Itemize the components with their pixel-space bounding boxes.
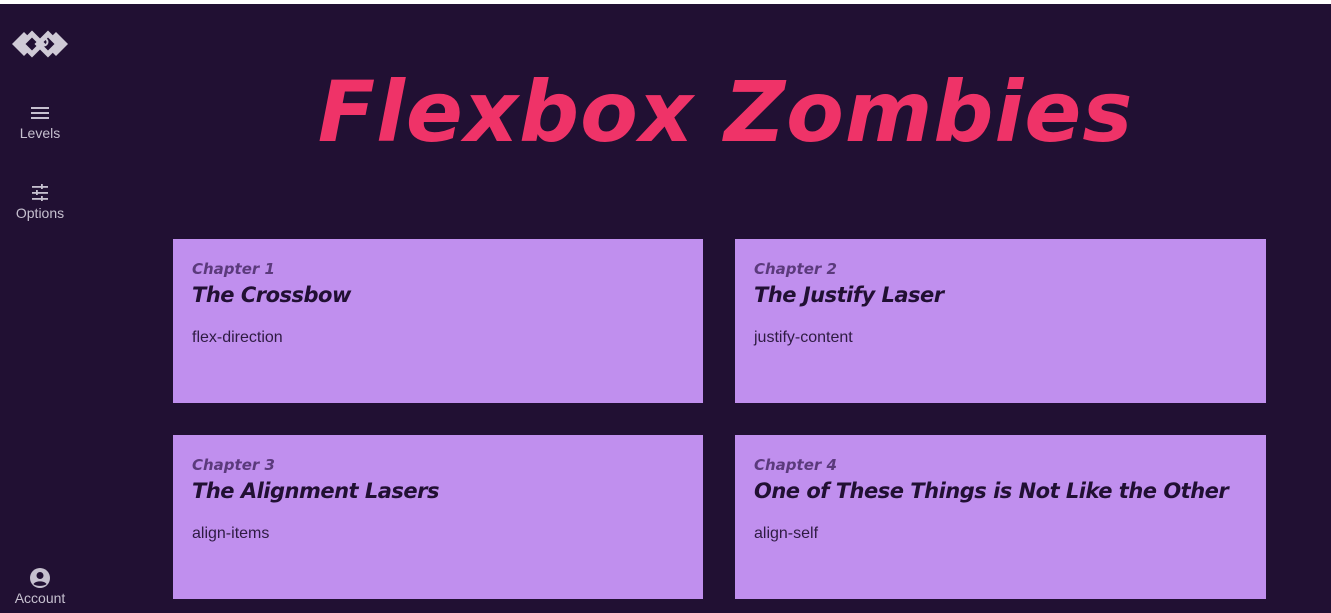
- chapter-number: Chapter 2: [754, 260, 837, 278]
- sidebar-item-label: Options: [15, 205, 65, 221]
- chapter-property: align-self: [754, 525, 819, 542]
- hamburger-menu-icon: [29, 102, 51, 124]
- chapter-title: One of These Things is Not Like the Othe…: [754, 479, 1229, 503]
- sliders-icon: [29, 182, 51, 204]
- sidebar-item-account[interactable]: Account: [0, 567, 80, 606]
- chapter-number: Chapter 1: [192, 260, 275, 278]
- sidebar-item-label: Account: [14, 590, 66, 606]
- chapter-number: Chapter 4: [754, 456, 837, 474]
- page-title: Flexbox Zombies: [317, 63, 1134, 161]
- chapter-card-1[interactable]: Chapter 1 The Crossbow flex-direction: [173, 239, 703, 403]
- sidebar-item-levels[interactable]: Levels: [0, 102, 80, 141]
- chapter-card-2[interactable]: Chapter 2 The Justify Laser justify-cont…: [735, 239, 1266, 403]
- chapter-number: Chapter 3: [192, 456, 275, 474]
- chapter-title: The Justify Laser: [754, 283, 944, 307]
- account-circle-icon: [29, 567, 51, 589]
- chapter-title: The Crossbow: [192, 283, 351, 307]
- logo-icon[interactable]: [10, 22, 70, 66]
- chapter-card-4[interactable]: Chapter 4 One of These Things is Not Lik…: [735, 435, 1266, 599]
- sidebar: Levels Options Account: [0, 4, 80, 613]
- sidebar-item-label: Levels: [19, 125, 61, 141]
- sidebar-item-options[interactable]: Options: [0, 182, 80, 221]
- app-window: Levels Options Account Flexbox Zombies C…: [0, 4, 1331, 613]
- chapter-title: The Alignment Lasers: [192, 479, 440, 503]
- chapter-property: justify-content: [754, 329, 853, 346]
- chapter-card-3[interactable]: Chapter 3 The Alignment Lasers align-ite…: [173, 435, 703, 599]
- chapter-property: align-items: [192, 525, 270, 542]
- chapter-property: flex-direction: [192, 329, 283, 346]
